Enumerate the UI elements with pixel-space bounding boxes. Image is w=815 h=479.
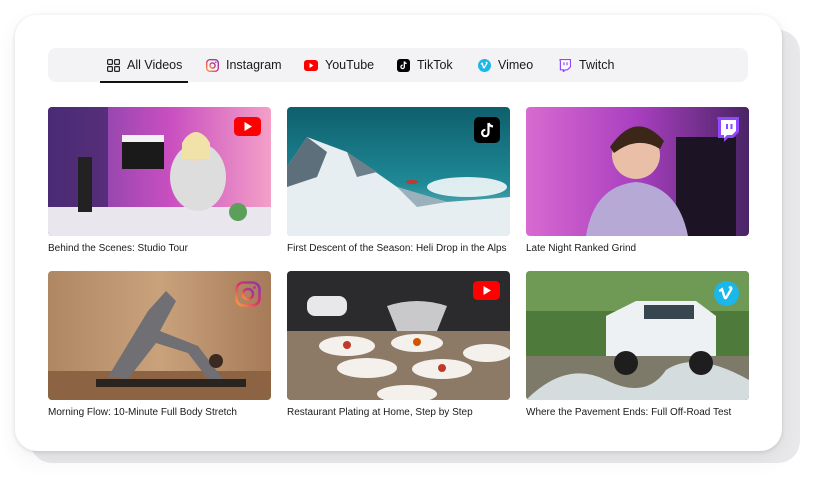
tab-all-videos[interactable]: All Videos	[99, 48, 189, 83]
tab-label: All Videos	[127, 58, 183, 72]
video-title[interactable]: Morning Flow: 10-Minute Full Body Stretc…	[48, 407, 271, 418]
video-thumbnail[interactable]	[48, 107, 271, 236]
tiktok-icon	[396, 58, 410, 72]
instagram-icon	[205, 58, 219, 72]
tiktok-icon	[474, 117, 500, 148]
tab-label: Instagram	[226, 58, 282, 72]
video-title[interactable]: Late Night Ranked Grind	[526, 243, 749, 254]
platform-filter-tabs: All Videos Instagram YouTube TikTok Vime…	[48, 48, 748, 83]
tab-instagram[interactable]: Instagram	[205, 48, 282, 82]
video-title[interactable]: Behind the Scenes: Studio Tour	[48, 243, 271, 254]
tab-youtube[interactable]: YouTube	[304, 48, 374, 82]
tab-vimeo[interactable]: Vimeo	[477, 48, 533, 82]
video-title[interactable]: Restaurant Plating at Home, Step by Step	[287, 407, 510, 418]
video-thumbnail[interactable]	[287, 271, 510, 400]
tab-tiktok[interactable]: TikTok	[396, 48, 453, 82]
video-card[interactable]: First Descent of the Season: Heli Drop i…	[287, 107, 510, 254]
video-card[interactable]: Behind the Scenes: Studio Tour	[48, 107, 271, 254]
video-thumbnail[interactable]	[526, 107, 749, 236]
video-thumbnail[interactable]	[48, 271, 271, 400]
tab-label: YouTube	[325, 58, 375, 72]
video-title[interactable]: First Descent of the Season: Heli Drop i…	[287, 243, 510, 254]
tab-label: TikTok	[417, 58, 453, 72]
vimeo-icon	[714, 281, 739, 311]
tab-label: Twitch	[579, 58, 615, 72]
video-title[interactable]: Where the Pavement Ends: Full Off-Road T…	[526, 407, 749, 418]
grid-icon	[106, 58, 120, 72]
instagram-icon	[235, 281, 261, 312]
youtube-icon	[304, 58, 318, 72]
youtube-icon	[234, 117, 261, 141]
twitch-icon	[715, 117, 739, 147]
tab-twitch[interactable]: Twitch	[558, 48, 614, 82]
vimeo-icon	[477, 58, 491, 72]
video-card[interactable]: Where the Pavement Ends: Full Off-Road T…	[526, 271, 749, 418]
twitch-icon	[558, 58, 572, 72]
video-card[interactable]: Late Night Ranked Grind	[526, 107, 749, 254]
video-thumbnail[interactable]	[526, 271, 749, 400]
video-thumbnail[interactable]	[287, 107, 510, 236]
video-card[interactable]: Morning Flow: 10-Minute Full Body Stretc…	[48, 271, 271, 418]
video-card[interactable]: Restaurant Plating at Home, Step by Step	[287, 271, 510, 418]
tab-label: Vimeo	[498, 58, 534, 72]
youtube-icon	[473, 281, 500, 305]
